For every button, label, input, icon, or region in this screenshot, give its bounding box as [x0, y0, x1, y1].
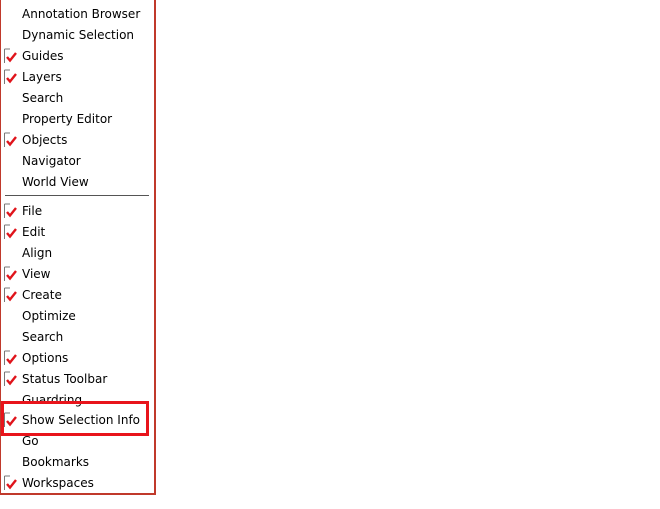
menu-item-layers[interactable]: Layers [1, 67, 151, 88]
menu-item-label: Objects [22, 133, 68, 147]
menu-item-label: Dynamic Selection [22, 28, 135, 42]
menu-item-edit[interactable]: Edit [1, 222, 151, 243]
menu-item-view[interactable]: View [1, 264, 151, 285]
menu-item-show-selection-info[interactable]: Show Selection Info [1, 410, 151, 431]
menu-item-label: Optimize [22, 309, 76, 323]
checkmark-icon [4, 266, 17, 281]
menu-item-search[interactable]: Search [1, 88, 151, 109]
checkmark-icon [4, 287, 17, 302]
menu-item-world-view[interactable]: World View [1, 172, 151, 193]
menu-item-label: Navigator [22, 154, 81, 168]
checkmark-icon [4, 224, 17, 239]
menu-item-label: View [22, 267, 51, 281]
menu-item-optimize[interactable]: Optimize [1, 306, 151, 327]
menu-item-align[interactable]: Align [1, 243, 151, 264]
menu-item-go[interactable]: Go [1, 431, 151, 452]
menu-item-label: File [22, 204, 43, 218]
menu-item-label: Guardring [22, 393, 83, 407]
menu-item-label: Options [22, 351, 69, 365]
menu-item-label: Search [22, 91, 64, 105]
menu-item-label: Workspaces [22, 476, 94, 490]
menu-item-label: Annotation Browser [22, 7, 141, 21]
checkmark-icon [4, 412, 17, 427]
menu-item-label: Bookmarks [22, 455, 90, 469]
menu-item-guides[interactable]: Guides [1, 46, 151, 67]
menu-item-label: World View [22, 175, 89, 189]
menu-item-file[interactable]: File [1, 201, 151, 222]
menu-item-status-toolbar[interactable]: Status Toolbar [1, 369, 151, 390]
menu-item-label: Status Toolbar [22, 372, 108, 386]
menu-item-label: Show Selection Info [22, 413, 141, 427]
menu-item-annotation-browser[interactable]: Annotation Browser [1, 4, 151, 25]
menu-item-options[interactable]: Options [1, 348, 151, 369]
menu-item-label: Edit [22, 225, 46, 239]
menu-item-dynamic-selection[interactable]: Dynamic Selection [1, 25, 151, 46]
checkmark-icon [4, 475, 17, 490]
menu-item-label: Go [22, 434, 39, 448]
menu-item-label: Property Editor [22, 112, 113, 126]
menu-item-label: Align [22, 246, 53, 260]
menu-separator [5, 195, 149, 196]
menu-item-label: Search [22, 330, 64, 344]
menu-item-bookmarks[interactable]: Bookmarks [1, 452, 151, 473]
menu-item-label: Create [22, 288, 62, 302]
checkmark-icon [4, 69, 17, 84]
checkmark-icon [4, 48, 17, 63]
menu-item-search-toolbar[interactable]: Search [1, 327, 151, 348]
checkmark-icon [4, 203, 17, 218]
menu-item-objects[interactable]: Objects [1, 130, 151, 151]
menu-item-property-editor[interactable]: Property Editor [1, 109, 151, 130]
checkmark-icon [4, 132, 17, 147]
view-menu: Annotation Browser Dynamic Selection Gui… [0, 0, 156, 495]
checkmark-icon [4, 371, 17, 386]
menu-item-create[interactable]: Create [1, 285, 151, 306]
menu-item-workspaces[interactable]: Workspaces [1, 473, 151, 494]
menu-item-guardring[interactable]: Guardring [1, 390, 151, 411]
menu-item-label: Layers [22, 70, 62, 84]
menu-item-label: Guides [22, 49, 64, 63]
checkmark-icon [4, 350, 17, 365]
menu-item-navigator[interactable]: Navigator [1, 151, 151, 172]
